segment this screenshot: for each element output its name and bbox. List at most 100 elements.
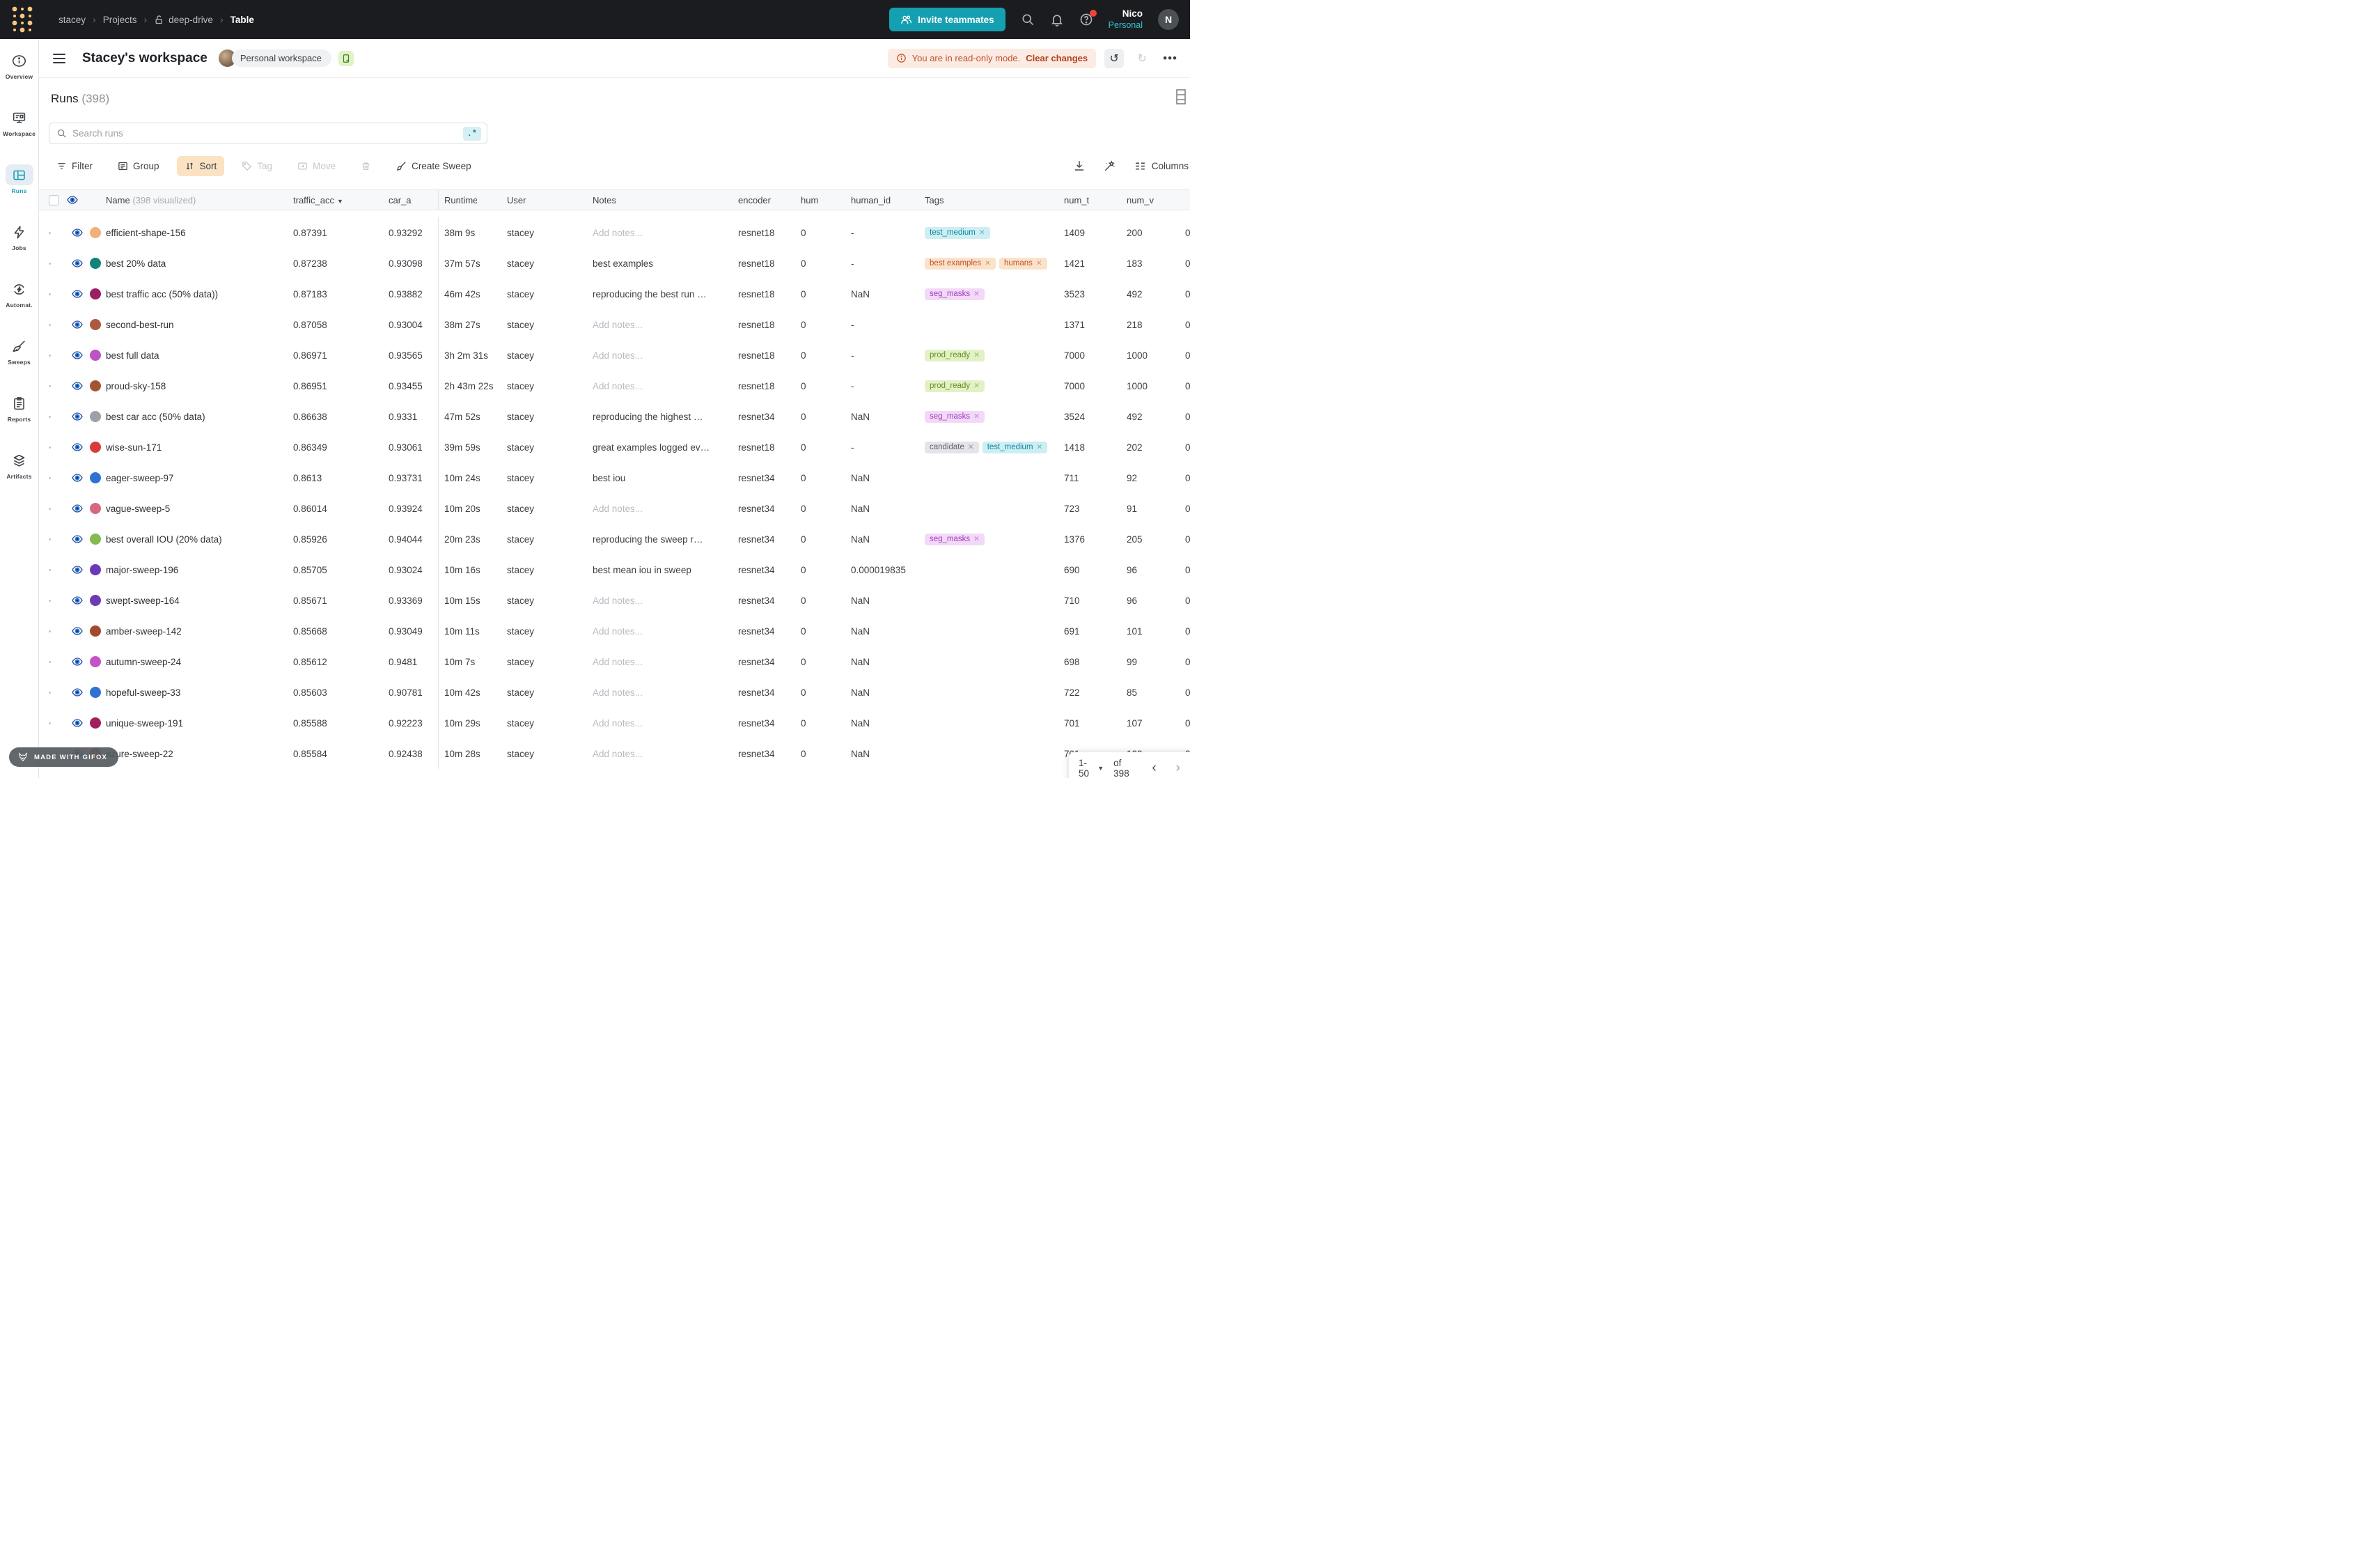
table-row[interactable]: best full data0.869710.935653h 2m 31ssta… — [39, 340, 1190, 371]
tag-chip[interactable]: candidate✕ — [925, 442, 979, 453]
visibility-eye-icon[interactable] — [72, 442, 83, 453]
tag-button[interactable]: Tag — [234, 156, 280, 176]
run-name[interactable]: amber-sweep-142 — [106, 626, 293, 637]
avatar[interactable]: N — [1158, 9, 1179, 30]
breadcrumb-page[interactable]: Table — [230, 15, 254, 25]
header-num-v[interactable]: num_v — [1127, 195, 1185, 205]
breadcrumb-projects[interactable]: Projects — [103, 15, 137, 25]
tag-remove-icon[interactable]: ✕ — [973, 382, 980, 390]
header-tags[interactable]: Tags — [925, 195, 1064, 205]
run-name[interactable]: second-best-run — [106, 320, 293, 330]
table-row[interactable]: best car acc (50% data)0.866380.933147m … — [39, 401, 1190, 432]
drag-handle[interactable] — [49, 692, 51, 694]
tag-chip[interactable]: seg_masks✕ — [925, 288, 985, 300]
tag-chip[interactable]: humans✕ — [999, 258, 1047, 270]
menu-icon[interactable] — [53, 54, 65, 63]
run-name[interactable]: best traffic acc (50% data)) — [106, 289, 293, 299]
run-name[interactable]: best overall IOU (20% data) — [106, 534, 293, 545]
table-row[interactable]: best traffic acc (50% data))0.871830.938… — [39, 279, 1190, 309]
sidebar-item-workspace[interactable]: Workspace — [0, 107, 38, 164]
visibility-eye-icon[interactable] — [72, 227, 83, 238]
drag-handle[interactable] — [49, 324, 51, 326]
notes-cell[interactable]: reproducing the best run … — [593, 289, 738, 299]
visibility-eye-icon[interactable] — [72, 717, 83, 729]
run-name[interactable]: azure-sweep-22 — [106, 749, 293, 759]
sidebar-item-overview[interactable]: Overview — [0, 50, 38, 107]
visibility-eye-icon[interactable] — [72, 258, 83, 269]
table-row[interactable]: proud-sky-1580.869510.934552h 43m 22ssta… — [39, 371, 1190, 401]
visibility-eye-icon[interactable] — [72, 687, 83, 698]
run-name[interactable]: unique-sweep-191 — [106, 718, 293, 729]
group-button[interactable]: Group — [110, 156, 167, 176]
bell-icon[interactable] — [1050, 13, 1064, 26]
regex-toggle-button[interactable]: .* — [463, 127, 481, 141]
run-name[interactable]: wise-sun-171 — [106, 442, 293, 453]
notes-cell[interactable]: Add notes... — [593, 687, 738, 698]
invite-teammates-button[interactable]: Invite teammates — [889, 8, 1005, 31]
columns-button[interactable]: Columns — [1134, 160, 1189, 172]
header-user[interactable]: User — [507, 195, 593, 205]
tag-chip[interactable]: prod_ready✕ — [925, 350, 985, 361]
drag-handle[interactable] — [49, 661, 51, 663]
notes-cell[interactable]: Add notes... — [593, 381, 738, 391]
drag-handle[interactable] — [49, 263, 51, 265]
visibility-eye-icon[interactable] — [72, 534, 83, 545]
drag-handle[interactable] — [49, 569, 51, 571]
search-runs-input[interactable] — [72, 128, 463, 139]
table-row[interactable]: amber-sweep-1420.856680.9304910m 11sstac… — [39, 616, 1190, 646]
table-row[interactable]: swept-sweep-1640.856710.9336910m 15sstac… — [39, 585, 1190, 616]
header-num-t[interactable]: num_t — [1064, 195, 1127, 205]
redo-button[interactable]: ↻ — [1132, 49, 1152, 68]
download-icon[interactable] — [1073, 160, 1086, 172]
table-row[interactable]: vague-sweep-50.860140.9392410m 20sstacey… — [39, 493, 1190, 524]
next-page-button[interactable]: › — [1176, 761, 1180, 776]
tag-remove-icon[interactable]: ✕ — [973, 535, 980, 543]
drag-handle[interactable] — [49, 600, 51, 602]
clear-changes-link[interactable]: Clear changes — [1026, 53, 1088, 63]
visibility-eye-icon[interactable] — [72, 350, 83, 361]
table-row[interactable]: azure-sweep-220.855840.9243810m 28sstace… — [39, 738, 1190, 769]
delete-button[interactable] — [353, 156, 379, 176]
table-row[interactable]: eager-sweep-970.86130.9373110m 24sstacey… — [39, 462, 1190, 493]
drag-handle[interactable] — [49, 477, 51, 479]
tag-chip[interactable]: test_medium✕ — [925, 227, 990, 239]
run-name[interactable]: vague-sweep-5 — [106, 504, 293, 514]
tag-remove-icon[interactable]: ✕ — [979, 228, 985, 237]
header-runtime[interactable]: Runtime — [444, 195, 507, 205]
visibility-eye-icon[interactable] — [67, 194, 78, 205]
table-row[interactable]: major-sweep-1960.857050.9302410m 16sstac… — [39, 554, 1190, 585]
notes-cell[interactable]: reproducing the sweep r… — [593, 534, 738, 545]
move-button[interactable]: Move — [290, 156, 343, 176]
notes-cell[interactable]: Add notes... — [593, 596, 738, 606]
visibility-eye-icon[interactable] — [72, 319, 83, 330]
run-name[interactable]: proud-sky-158 — [106, 381, 293, 391]
sidebar-item-jobs[interactable]: Jobs — [0, 221, 38, 279]
tag-chip[interactable]: best examples✕ — [925, 258, 996, 270]
drag-handle[interactable] — [49, 630, 51, 632]
tag-chip[interactable]: prod_ready✕ — [925, 380, 985, 392]
table-row[interactable]: efficient-shape-1560.873910.9329238m 9ss… — [39, 217, 1190, 248]
table-row[interactable]: autumn-sweep-240.856120.948110m 7sstacey… — [39, 646, 1190, 677]
notes-cell[interactable]: best examples — [593, 258, 738, 269]
drag-handle[interactable] — [49, 446, 51, 449]
search-icon[interactable] — [1021, 13, 1035, 26]
notes-cell[interactable]: Add notes... — [593, 749, 738, 759]
header-hum[interactable]: hum — [801, 195, 851, 205]
user-meta[interactable]: Nico Personal — [1109, 8, 1143, 31]
drag-handle[interactable] — [49, 416, 51, 418]
header-traffic-acc[interactable]: traffic_acc▼ — [293, 195, 389, 205]
tag-remove-icon[interactable]: ✕ — [1037, 443, 1043, 451]
notes-cell[interactable]: Add notes... — [593, 504, 738, 514]
tag-remove-icon[interactable]: ✕ — [973, 290, 980, 298]
sidebar-item-reports[interactable]: Reports — [0, 393, 38, 450]
table-row[interactable]: unique-sweep-1910.855880.9222310m 29ssta… — [39, 708, 1190, 738]
visibility-eye-icon[interactable] — [72, 656, 83, 667]
run-name[interactable]: swept-sweep-164 — [106, 596, 293, 606]
sidebar-item-artifacts[interactable]: Artifacts — [0, 450, 38, 507]
table-row[interactable]: hopeful-sweep-330.856030.9078110m 42ssta… — [39, 677, 1190, 708]
run-name[interactable]: best 20% data — [106, 258, 293, 269]
drag-handle[interactable] — [49, 508, 51, 510]
run-name[interactable]: autumn-sweep-24 — [106, 657, 293, 667]
drag-handle[interactable] — [49, 722, 51, 724]
workspace-badge[interactable]: Personal workspace — [232, 49, 331, 67]
